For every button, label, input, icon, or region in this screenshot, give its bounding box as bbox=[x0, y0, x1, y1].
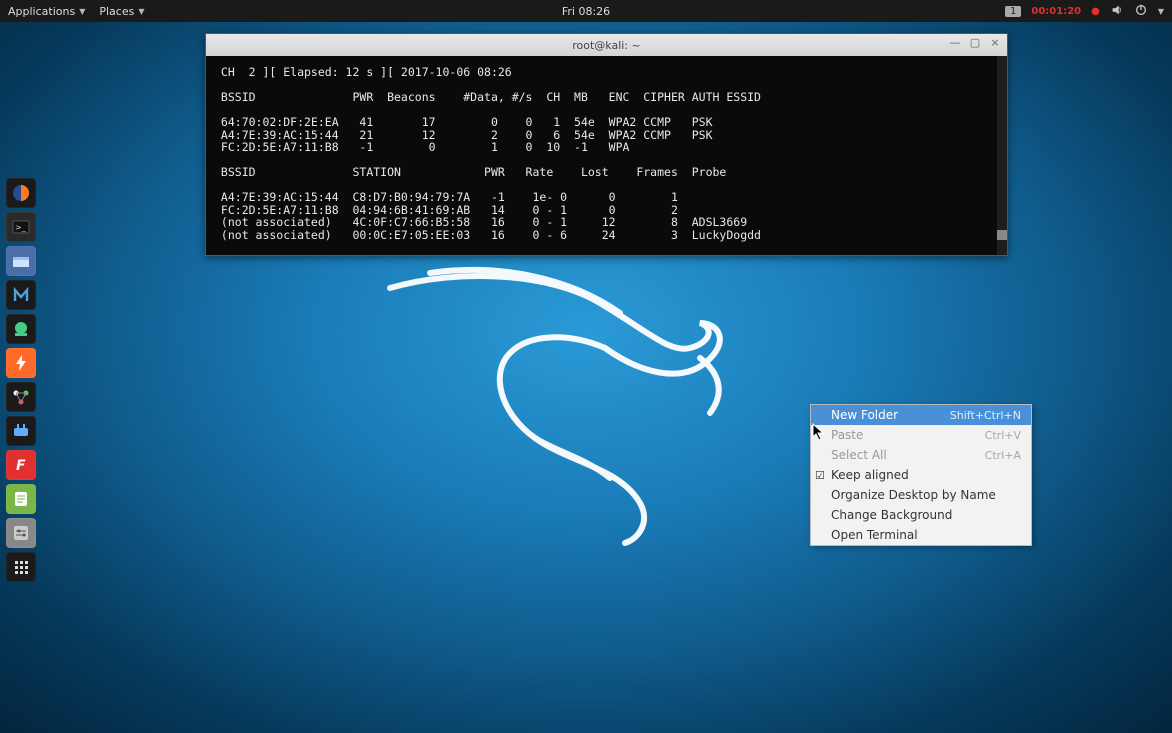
terminal-icon[interactable]: >_ bbox=[6, 212, 36, 242]
ctx-item-label: Paste bbox=[831, 428, 863, 442]
ctx-item-label: New Folder bbox=[831, 408, 898, 422]
applications-menu[interactable]: Applications ▼ bbox=[8, 5, 85, 18]
terminal-title: root@kali: ~ bbox=[572, 39, 641, 52]
files-icon[interactable] bbox=[6, 246, 36, 276]
ctx-new-folder[interactable]: New Folder Shift+Ctrl+N bbox=[811, 405, 1031, 425]
svg-text:>_: >_ bbox=[15, 223, 27, 232]
terminal-body[interactable]: CH 2 ][ Elapsed: 12 s ][ 2017-10-06 08:2… bbox=[206, 56, 1007, 255]
ctx-item-shortcut: Ctrl+V bbox=[985, 429, 1021, 442]
dock: >_ F bbox=[6, 178, 40, 582]
faraday-icon[interactable]: F bbox=[6, 450, 36, 480]
terminal-scroll-thumb[interactable] bbox=[997, 230, 1007, 240]
burp-icon[interactable] bbox=[6, 348, 36, 378]
armitage-icon[interactable] bbox=[6, 314, 36, 344]
ctx-item-label: Organize Desktop by Name bbox=[831, 488, 996, 502]
ctx-select-all: Select All Ctrl+A bbox=[811, 445, 1031, 465]
places-label: Places bbox=[99, 5, 134, 18]
minimize-button[interactable]: — bbox=[947, 36, 963, 52]
volume-icon[interactable] bbox=[1110, 3, 1124, 20]
chevron-down-icon[interactable]: ▼ bbox=[1158, 7, 1164, 16]
window-controls: — ▢ × bbox=[947, 36, 1003, 52]
ctx-paste: Paste Ctrl+V bbox=[811, 425, 1031, 445]
chevron-down-icon: ▼ bbox=[79, 7, 85, 16]
terminal-output: CH 2 ][ Elapsed: 12 s ][ 2017-10-06 08:2… bbox=[214, 66, 999, 241]
maltego-icon[interactable] bbox=[6, 382, 36, 412]
workspace-indicator[interactable]: 1 bbox=[1005, 6, 1021, 17]
firefox-icon[interactable] bbox=[6, 178, 36, 208]
ctx-organize[interactable]: Organize Desktop by Name bbox=[811, 485, 1031, 505]
recording-timer: 00:01:20 bbox=[1031, 6, 1081, 17]
desktop-context-menu: New Folder Shift+Ctrl+N Paste Ctrl+V Select … bbox=[810, 404, 1032, 546]
maximize-button[interactable]: ▢ bbox=[967, 36, 983, 52]
ctx-item-label: Open Terminal bbox=[831, 528, 918, 542]
top-panel: Applications ▼ Places ▼ Fri 08:26 1 00:0… bbox=[0, 0, 1172, 22]
tweaks-icon[interactable] bbox=[6, 518, 36, 548]
clock-label: Fri 08:26 bbox=[562, 5, 610, 18]
terminal-window[interactable]: root@kali: ~ — ▢ × CH 2 ][ Elapsed: 12 s… bbox=[205, 33, 1008, 256]
ctx-item-shortcut: Shift+Ctrl+N bbox=[950, 409, 1021, 422]
chevron-down-icon: ▼ bbox=[138, 7, 144, 16]
leafpad-icon[interactable] bbox=[6, 484, 36, 514]
checkbox-icon: ☑ bbox=[815, 469, 825, 482]
terminal-titlebar[interactable]: root@kali: ~ — ▢ × bbox=[206, 34, 1007, 56]
ctx-keep-aligned[interactable]: ☑ Keep aligned bbox=[811, 465, 1031, 485]
top-panel-left: Applications ▼ Places ▼ bbox=[8, 5, 145, 18]
clock[interactable]: Fri 08:26 bbox=[562, 5, 610, 18]
top-panel-right: 1 00:01:20 ● ▼ bbox=[1005, 3, 1164, 20]
ctx-item-label: Keep aligned bbox=[831, 468, 909, 482]
ctx-item-label: Change Background bbox=[831, 508, 952, 522]
metasploit-icon[interactable] bbox=[6, 280, 36, 310]
applications-label: Applications bbox=[8, 5, 75, 18]
ctx-item-shortcut: Ctrl+A bbox=[985, 449, 1021, 462]
kali-dragon-logo bbox=[370, 263, 750, 553]
close-button[interactable]: × bbox=[987, 36, 1003, 52]
recording-icon[interactable]: ● bbox=[1091, 6, 1100, 17]
terminal-scrollbar[interactable] bbox=[997, 56, 1007, 255]
beef-icon[interactable] bbox=[6, 416, 36, 446]
places-menu[interactable]: Places ▼ bbox=[99, 5, 144, 18]
power-icon[interactable] bbox=[1134, 3, 1148, 20]
ctx-change-bg[interactable]: Change Background bbox=[811, 505, 1031, 525]
ctx-item-label: Select All bbox=[831, 448, 887, 462]
svg-text:F: F bbox=[16, 458, 26, 474]
apps-grid-icon[interactable] bbox=[6, 552, 36, 582]
ctx-open-terminal[interactable]: Open Terminal bbox=[811, 525, 1031, 545]
